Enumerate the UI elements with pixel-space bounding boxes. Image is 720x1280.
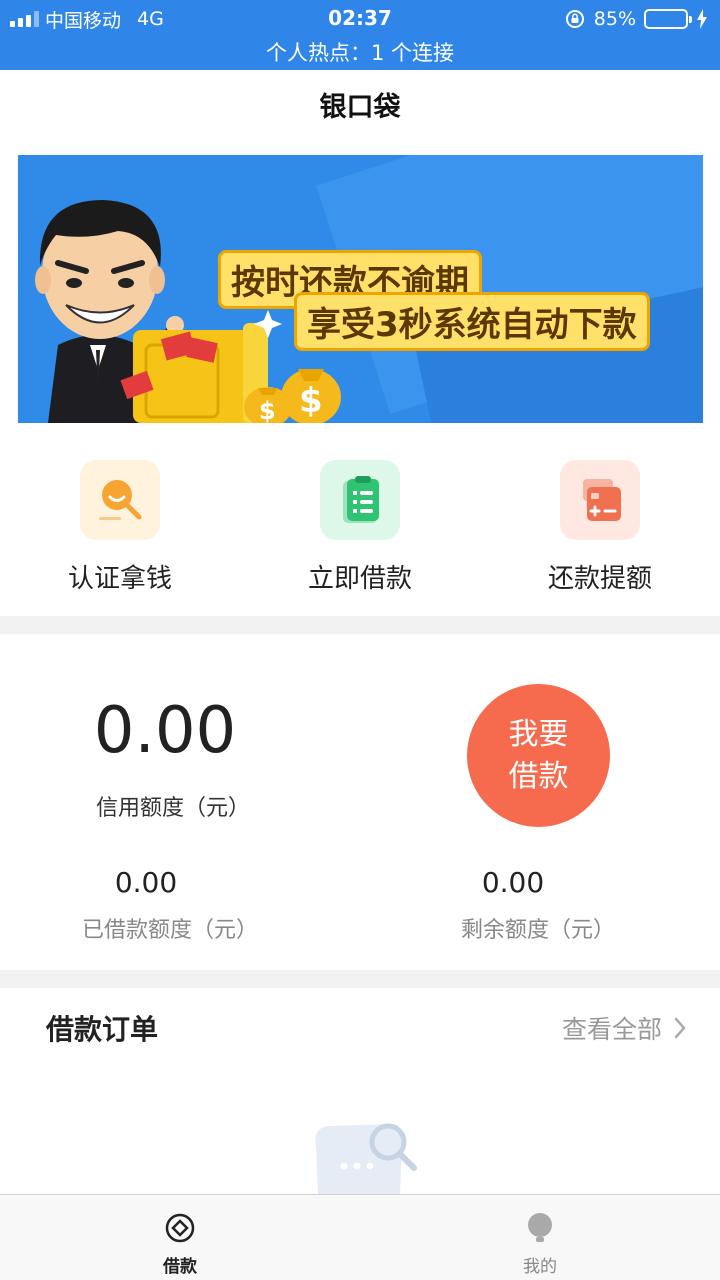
- borrowed-amount-value: 0.00: [114, 866, 178, 899]
- status-bar: 中国移动 4G 02:37 85% 个人热点：1 个连接: [0, 0, 720, 70]
- tab-label: 借款: [163, 1257, 197, 1277]
- menu-label: 还款提额: [547, 564, 652, 594]
- rotation-lock-icon: [565, 10, 584, 28]
- search-face-icon: [80, 460, 160, 540]
- chevron-right-icon: [674, 1017, 686, 1039]
- menu-item-borrow-now[interactable]: 立即借款: [240, 460, 480, 595]
- clipboard-list-icon: [320, 460, 400, 540]
- menu-label: 立即借款: [307, 564, 412, 594]
- borrow-button-label: 我要: [508, 716, 569, 752]
- credit-limit-value: 0.00: [93, 694, 237, 768]
- credit-limit-label: 信用额度（元）: [95, 796, 250, 821]
- view-all-label: 查看全部: [561, 1015, 662, 1044]
- remaining-amount-value: 0.00: [481, 866, 545, 899]
- borrowed-amount-label: 已借款额度（元）: [81, 918, 258, 943]
- tab-borrow[interactable]: 借款: [0, 1195, 360, 1280]
- hotspot-banner[interactable]: 个人热点：1 个连接: [0, 37, 720, 67]
- status-right: 85%: [564, 6, 708, 32]
- svg-text:$: $: [299, 381, 323, 421]
- profile-icon: [528, 1213, 552, 1242]
- battery-percent: 85%: [593, 8, 636, 30]
- view-all-link[interactable]: 查看全部: [562, 1010, 686, 1046]
- loan-icon: [165, 1213, 195, 1243]
- tab-label: 我的: [523, 1257, 557, 1277]
- battery-icon: [644, 9, 692, 29]
- charging-icon: [697, 9, 707, 29]
- page-title: 银口袋: [319, 92, 401, 123]
- loan-orders-section: 借款订单 查看全部: [0, 988, 720, 1194]
- calculator-icon: [560, 460, 640, 540]
- tab-mine[interactable]: 我的: [360, 1195, 720, 1280]
- top-section: $ $ 按时还款不逾期 享受3秒系统自动下款 认证拿钱 立即借款 还款提额: [0, 150, 720, 616]
- borrow-button[interactable]: 我要 借款: [467, 684, 610, 827]
- banner-slogan-2: 享受3秒系统自动下款: [294, 292, 650, 351]
- tab-bar: 借款 我的: [0, 1194, 720, 1280]
- svg-text:$: $: [259, 397, 276, 423]
- menu-item-verify[interactable]: 认证拿钱: [0, 460, 240, 595]
- orders-title: 借款订单: [46, 1013, 159, 1046]
- menu-label: 认证拿钱: [67, 564, 172, 594]
- empty-orders-icon: [315, 1123, 417, 1194]
- remaining-amount-label: 剩余额度（元）: [460, 918, 615, 943]
- menu-item-repay-raise[interactable]: 还款提额: [480, 460, 720, 595]
- quick-menu: 认证拿钱 立即借款 还款提额: [0, 450, 720, 616]
- nav-bar: 银口袋: [0, 70, 720, 150]
- credit-panel: 0.00 信用额度（元） 我要 借款 0.00 已借款额度（元） 0.00 剩余…: [0, 634, 720, 970]
- promo-banner[interactable]: $ $ 按时还款不逾期 享受3秒系统自动下款: [18, 155, 703, 423]
- borrow-button-label: 借款: [508, 758, 569, 794]
